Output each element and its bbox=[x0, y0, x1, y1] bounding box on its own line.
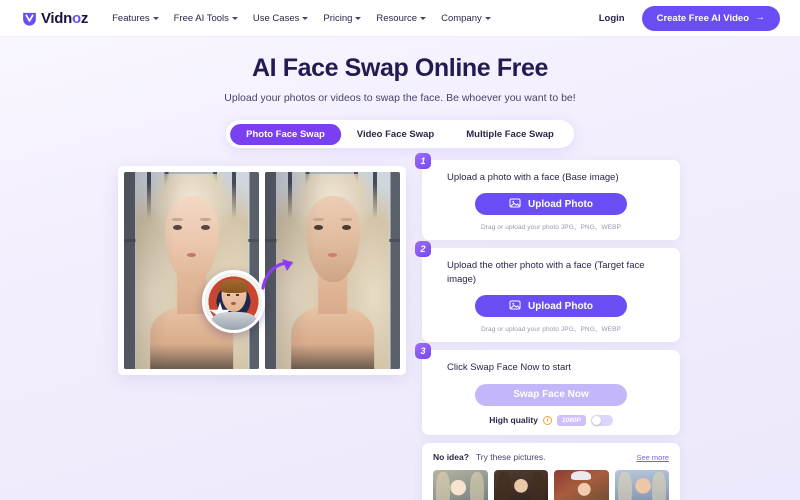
see-more-link[interactable]: See more bbox=[636, 453, 669, 462]
logo-text-part-a: Vidn bbox=[41, 9, 73, 27]
toggle-knob bbox=[591, 415, 601, 425]
logo-text: Vidnoz bbox=[41, 10, 88, 27]
chevron-down-icon bbox=[420, 17, 427, 20]
page-title: AI Face Swap Online Free bbox=[251, 54, 549, 82]
nav-item-free-ai-tools[interactable]: Free AI Tools bbox=[174, 13, 238, 24]
source-face-thumbnail bbox=[202, 270, 265, 333]
nav-label: Pricing bbox=[323, 12, 353, 24]
chevron-down-icon bbox=[302, 17, 309, 20]
tab-photo-face-swap[interactable]: Photo Face Swap bbox=[230, 123, 341, 145]
step-number-badge: 3 bbox=[415, 343, 431, 360]
login-link[interactable]: Login bbox=[599, 13, 625, 24]
resolution-badge: 1080P bbox=[556, 414, 586, 426]
image-upload-icon bbox=[509, 299, 521, 314]
nav-item-pricing[interactable]: Pricing bbox=[323, 12, 362, 24]
vidnoz-v-mark-icon bbox=[21, 10, 38, 27]
suggestions-header: No idea? Try these pictures. See more bbox=[433, 452, 669, 462]
nav-label: Features bbox=[112, 12, 150, 24]
step-card-2: 2 Upload the other photo with a face (Ta… bbox=[415, 241, 680, 343]
suggestion-thumbnails bbox=[433, 469, 669, 500]
nav-label: Use Cases bbox=[252, 12, 300, 24]
step-title: Upload a photo with a face (Base image) bbox=[447, 172, 619, 183]
step-card-1: 1 Upload a photo with a face (Base image… bbox=[415, 153, 680, 241]
page-subtitle: Upload your photos or videos to swap the… bbox=[224, 92, 576, 104]
suggestions-subtitle: Try these pictures. bbox=[475, 451, 546, 462]
step-title: Upload the other photo with a face (Targ… bbox=[447, 260, 645, 285]
chevron-down-icon bbox=[152, 17, 159, 20]
step-number-badge: 2 bbox=[415, 241, 431, 258]
header-actions: Login Create Free AI Video → bbox=[599, 5, 780, 31]
suggestions-card: No idea? Try these pictures. See more bbox=[422, 442, 680, 500]
high-quality-toggle[interactable] bbox=[590, 414, 613, 426]
tab-video-face-swap[interactable]: Video Face Swap bbox=[341, 124, 450, 145]
upload-target-photo-button[interactable]: Upload Photo bbox=[475, 295, 627, 318]
mode-tabs: Photo Face Swap Video Face Swap Multiple… bbox=[226, 120, 574, 148]
cta-label: Create Free AI Video bbox=[656, 12, 749, 24]
nav-item-resource[interactable]: Resource bbox=[376, 12, 427, 24]
suggestion-thumbnail-3[interactable] bbox=[554, 469, 609, 500]
hero-section: AI Face Swap Online Free Upload your pho… bbox=[0, 37, 800, 104]
chevron-down-icon bbox=[231, 17, 238, 20]
high-quality-row: High quality i 1080P bbox=[434, 414, 668, 426]
arrow-right-icon: → bbox=[755, 12, 765, 23]
suggestion-thumbnail-4[interactable] bbox=[614, 469, 669, 500]
page-root: Vidnoz Features Free AI Tools Use Cases … bbox=[0, 0, 800, 500]
step-number-badge: 1 bbox=[415, 153, 431, 169]
site-header: Vidnoz Features Free AI Tools Use Cases … bbox=[0, 0, 800, 37]
suggestion-thumbnail-1[interactable] bbox=[433, 469, 488, 500]
upload-base-photo-button[interactable]: Upload Photo bbox=[475, 193, 627, 216]
info-circle-icon[interactable]: i bbox=[542, 415, 552, 425]
upload-button-label: Upload Photo bbox=[528, 300, 593, 312]
logo-text-part-b: z bbox=[80, 9, 89, 27]
create-free-ai-video-button[interactable]: Create Free AI Video → bbox=[641, 5, 780, 31]
chevron-down-icon bbox=[484, 17, 491, 20]
image-upload-icon bbox=[509, 197, 521, 212]
logo[interactable]: Vidnoz bbox=[21, 10, 88, 27]
nav-item-company[interactable]: Company bbox=[441, 13, 491, 24]
logo-text-part-o: o bbox=[72, 9, 81, 27]
nav-label: Free AI Tools bbox=[173, 12, 229, 24]
tab-multiple-face-swap[interactable]: Multiple Face Swap bbox=[450, 124, 570, 145]
upload-hint: Drag or upload your photo JPG、PNG、WEBP bbox=[481, 224, 621, 232]
upload-button-label: Upload Photo bbox=[528, 198, 593, 210]
steps-panel: 1 Upload a photo with a face (Base image… bbox=[415, 153, 680, 500]
suggestion-thumbnail-2[interactable] bbox=[493, 469, 548, 500]
nav-item-features[interactable]: Features bbox=[112, 13, 159, 24]
step-title: Click Swap Face Now to start bbox=[447, 362, 572, 374]
step-card-3: 3 Click Swap Face Now to start Swap Face… bbox=[415, 343, 680, 435]
swap-face-now-button[interactable]: Swap Face Now bbox=[475, 383, 627, 406]
nav-label: Resource bbox=[376, 12, 418, 24]
high-quality-label: High quality bbox=[489, 415, 538, 426]
chevron-down-icon bbox=[355, 17, 362, 20]
swap-arrow-icon bbox=[260, 257, 300, 296]
upload-hint: Drag or upload your photo JPG、PNG、WEBP bbox=[481, 326, 621, 334]
nav-label: Company bbox=[441, 12, 482, 24]
suggestions-title: No idea? bbox=[433, 451, 469, 462]
main-navigation: Features Free AI Tools Use Cases Pricing… bbox=[112, 13, 491, 24]
demo-preview-card bbox=[118, 166, 406, 375]
nav-item-use-cases[interactable]: Use Cases bbox=[252, 12, 309, 24]
